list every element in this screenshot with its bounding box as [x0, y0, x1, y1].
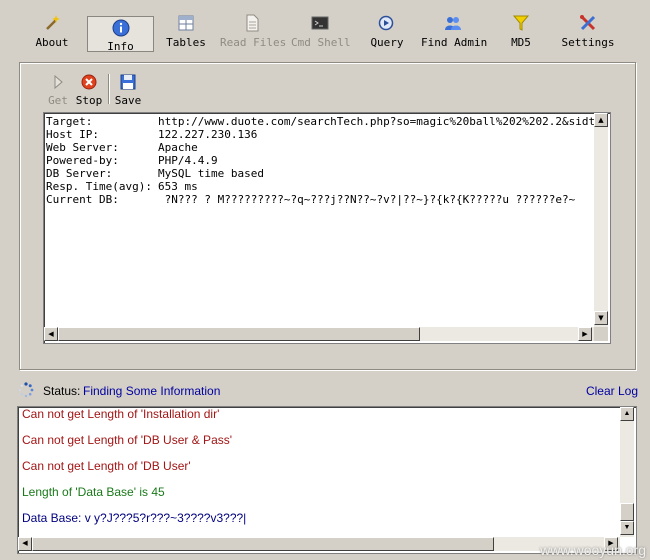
horizontal-scroll-thumb[interactable]: [32, 537, 494, 551]
users-icon: [445, 17, 461, 30]
toolbar-separator: [108, 74, 110, 104]
about-button[interactable]: About: [31, 14, 73, 52]
info-row-target: Target: http://www.duote.com/searchTech.p…: [46, 115, 596, 128]
get-button[interactable]: Get: [41, 74, 75, 107]
settings-button[interactable]: Settings: [561, 14, 615, 52]
vertical-scroll-thumb[interactable]: [620, 503, 634, 521]
table-icon: [178, 15, 194, 31]
watermark: www.wooyun.org: [540, 542, 646, 558]
info-vertical-scrollbar[interactable]: ▲ ▼: [594, 113, 608, 327]
read-files-button[interactable]: Read Files: [220, 14, 286, 52]
funnel-icon: [512, 15, 530, 31]
play-icon: [54, 74, 63, 90]
status-bar: Status: Finding Some Information Clear L…: [18, 382, 638, 400]
info-row-powered-by: Powered-by: PHP/4.4.9: [46, 154, 218, 167]
tables-button[interactable]: Tables: [164, 14, 208, 52]
clear-log-link[interactable]: Clear Log: [586, 384, 638, 398]
scroll-right-arrow-icon[interactable]: ▶: [578, 327, 592, 341]
log-vertical-scrollbar[interactable]: ▲ ▼: [620, 407, 634, 537]
cmd-shell-button[interactable]: Cmd Shell: [291, 14, 351, 52]
stop-button[interactable]: Stop: [72, 74, 106, 107]
scroll-left-arrow-icon[interactable]: ◀: [44, 327, 58, 341]
info-horizontal-scrollbar[interactable]: ◀ ▶: [44, 327, 594, 341]
info-row-host-ip: Host IP: 122.227.230.136: [46, 128, 258, 141]
scroll-corner: [594, 327, 608, 341]
info-row-db-server: DB Server: MySQL time based: [46, 167, 264, 180]
log-line: Can not get Length of 'DB User': [22, 459, 191, 473]
log-line: Can not get Length of 'DB User & Pass': [22, 433, 233, 447]
terminal-icon: [311, 16, 329, 30]
status-value: Finding Some Information: [83, 384, 221, 398]
info-row-current-db: Current DB: ?N??? ? M?????????~?q~???j??…: [46, 193, 576, 206]
save-button[interactable]: Save: [111, 74, 145, 107]
scroll-up-arrow-icon[interactable]: ▲: [620, 407, 634, 421]
wand-icon: [46, 15, 60, 30]
find-admin-button[interactable]: Find Admin: [421, 14, 487, 52]
tools-icon: [580, 15, 596, 31]
info-button[interactable]: Info: [87, 16, 154, 53]
log-line: Data Base: v y?J???5?r???~3????v3???|: [22, 511, 247, 525]
floppy-disk-icon: [120, 74, 136, 90]
query-button[interactable]: Query: [367, 14, 407, 52]
info-icon: [112, 19, 129, 37]
info-textbox[interactable]: Target: http://www.duote.com/searchTech.p…: [43, 112, 611, 344]
scroll-down-arrow-icon[interactable]: ▼: [594, 311, 608, 325]
scroll-left-arrow-icon[interactable]: ◀: [18, 537, 32, 551]
log-textbox[interactable]: Can not get Length of 'Installation dir'…: [17, 406, 637, 554]
horizontal-scroll-thumb[interactable]: [58, 327, 420, 341]
status-label: Status:: [43, 384, 81, 398]
query-icon: [378, 15, 394, 31]
file-icon: [246, 14, 259, 32]
scroll-down-arrow-icon[interactable]: ▼: [620, 521, 634, 535]
log-line: Length of 'Data Base' is 45: [22, 485, 165, 499]
info-rows: Target: http://www.duote.com/searchTech.p…: [46, 115, 596, 206]
main-toolbar: About Info Tables Read Files Cmd Shell Q…: [0, 0, 650, 56]
info-row-web-server: Web Server: Apache: [46, 141, 198, 154]
log-horizontal-scrollbar[interactable]: ◀ ▶: [18, 537, 620, 551]
scroll-up-arrow-icon[interactable]: ▲: [594, 113, 608, 127]
log-line: Can not get Length of 'Installation dir': [22, 407, 220, 421]
loading-spinner-icon: [19, 382, 34, 398]
stop-icon: [81, 74, 97, 90]
info-row-resp-time: Resp. Time(avg): 653 ms: [46, 180, 198, 193]
md5-button[interactable]: MD5: [503, 14, 539, 52]
